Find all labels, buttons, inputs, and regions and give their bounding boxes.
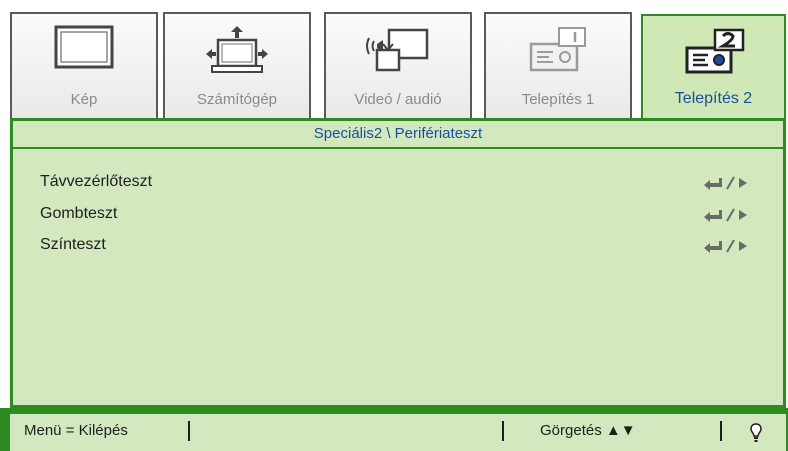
separator — [720, 421, 722, 441]
item-label: Színteszt — [40, 236, 106, 253]
tab-label: Számítógép — [196, 91, 278, 108]
menu-exit-hint: Menü = Kilépés — [24, 422, 128, 439]
item-label: Gombteszt — [40, 205, 118, 222]
projector-1-icon — [525, 24, 591, 81]
list-item-tavvezerloteszt[interactable]: Távvezérlőteszt — [13, 167, 783, 197]
computer-icon — [204, 24, 270, 81]
settings-panel: Speciális2 \ Perifériateszt Távvezérlőte… — [10, 118, 786, 408]
separator — [188, 421, 190, 441]
tab-szamitogep[interactable]: Számítógép — [163, 12, 311, 118]
tab-label: Telepítés 1 — [521, 91, 595, 108]
tab-bar: Kép Számítógép Videó / audió Telepítés 1… — [0, 0, 788, 118]
list-item-szinteszt[interactable]: Színteszt — [13, 230, 783, 260]
status-bar: Menü = Kilépés Görgetés ▲▼ — [10, 414, 786, 451]
tab-label: Videó / audió — [354, 91, 442, 108]
separator — [502, 421, 504, 441]
lightbulb-icon — [750, 423, 762, 448]
breadcrumb: Speciális2 \ Perifériateszt — [13, 121, 783, 149]
scroll-hint: Görgetés ▲▼ — [540, 422, 636, 439]
enter-right-icon[interactable] — [703, 208, 749, 227]
tab-label: Telepítés 2 — [674, 90, 753, 107]
video-audio-icon — [363, 24, 433, 81]
tab-telepites-1[interactable]: Telepítés 1 — [484, 12, 632, 118]
tab-label: Kép — [70, 91, 98, 108]
tab-video-audio[interactable]: Videó / audió — [324, 12, 472, 118]
enter-right-icon[interactable] — [703, 239, 749, 258]
projector-2-icon — [681, 26, 747, 83]
monitor-icon — [53, 24, 115, 75]
tab-kep[interactable]: Kép — [10, 12, 158, 118]
tab-telepites-2[interactable]: Telepítés 2 — [641, 14, 786, 118]
item-label: Távvezérlőteszt — [40, 173, 153, 190]
footer: Menü = Kilépés Görgetés ▲▼ — [0, 408, 788, 451]
enter-right-icon[interactable] — [703, 176, 749, 195]
list-item-gombteszt[interactable]: Gombteszt — [13, 199, 783, 229]
